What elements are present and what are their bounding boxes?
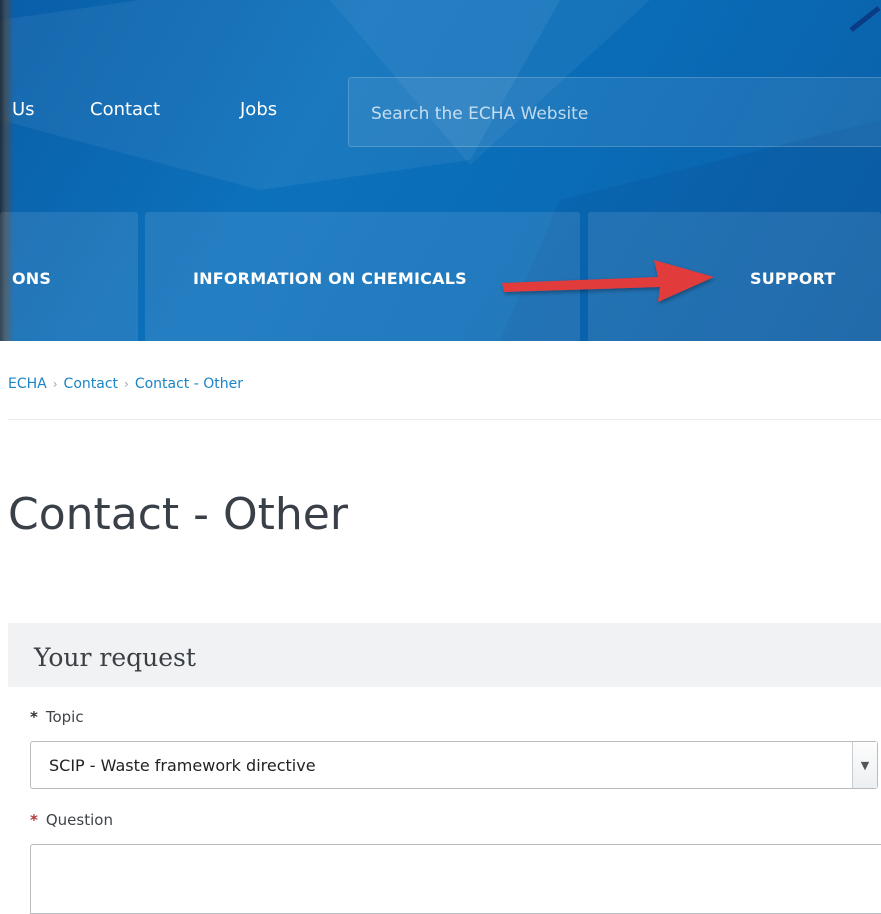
top-nav-contact[interactable]: Contact	[90, 99, 160, 120]
topic-label: * Topic	[30, 708, 84, 726]
main-nav-regulations[interactable]: ONS	[0, 212, 138, 341]
breadcrumb-separator-icon: ›	[124, 377, 129, 391]
breadcrumb: ECHA › Contact › Contact - Other	[8, 376, 243, 392]
question-label-text: Question	[45, 811, 113, 829]
required-asterisk-icon: *	[30, 811, 38, 829]
breadcrumb-contact[interactable]: Contact	[64, 376, 118, 392]
logo-stroke	[849, 6, 881, 32]
topic-label-text: Topic	[45, 708, 84, 726]
breadcrumb-separator-icon: ›	[52, 377, 58, 391]
annotation-arrow-icon	[502, 260, 714, 302]
topic-select[interactable]: SCIP - Waste framework directive ▼	[30, 741, 878, 789]
required-asterisk-icon: *	[30, 708, 38, 726]
main-nav-information-label: INFORMATION ON CHEMICALS	[193, 269, 467, 288]
question-label: * Question	[30, 811, 113, 829]
breadcrumb-divider	[8, 419, 881, 420]
section-header: Your request	[8, 623, 881, 687]
section-title: Your request	[34, 643, 196, 672]
chevron-down-icon[interactable]: ▼	[852, 742, 877, 788]
breadcrumb-echa[interactable]: ECHA	[8, 376, 47, 392]
main-nav-regulations-label: ONS	[12, 269, 52, 288]
top-nav-about[interactable]: Us	[12, 99, 35, 120]
page-title: Contact - Other	[8, 489, 348, 540]
site-header: Us Contact Jobs ONS INFORMATION ON CHEMI…	[0, 0, 881, 341]
top-nav-jobs[interactable]: Jobs	[240, 99, 277, 120]
topic-select-value: SCIP - Waste framework directive	[49, 756, 316, 775]
breadcrumb-contact-other[interactable]: Contact - Other	[135, 376, 243, 392]
main-nav-support-label: SUPPORT	[750, 269, 836, 288]
search-box[interactable]	[348, 77, 881, 147]
search-input[interactable]	[369, 100, 853, 128]
